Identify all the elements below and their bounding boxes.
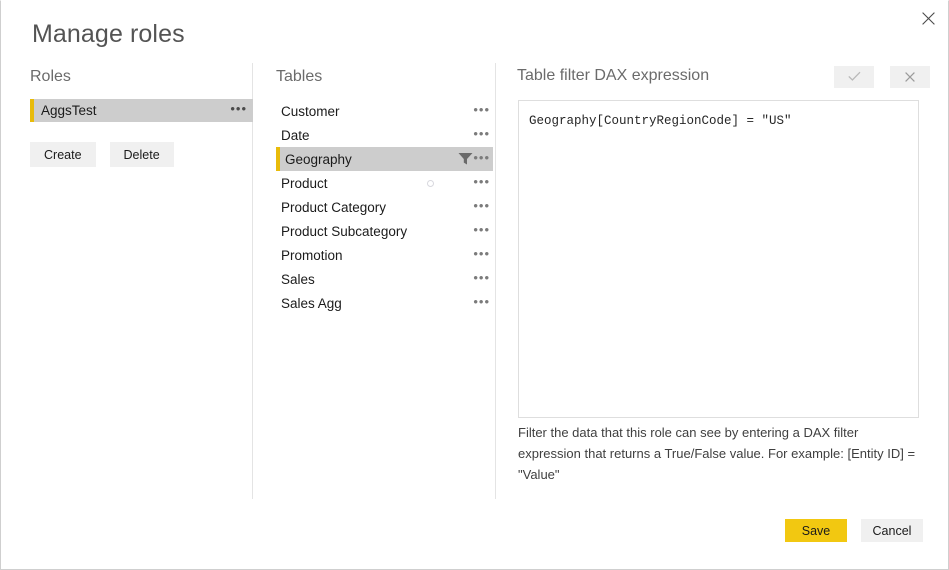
role-actions: Create Delete	[30, 142, 174, 167]
table-item-label: Product Subcategory	[281, 223, 408, 239]
table-item-menu-icon[interactable]: •••	[473, 197, 490, 215]
reject-dax-button[interactable]	[890, 66, 930, 88]
role-item-menu-icon[interactable]: •••	[230, 101, 247, 117]
table-item-menu-icon[interactable]: •••	[473, 245, 490, 263]
table-item-label: Product	[281, 175, 328, 191]
table-list-item-customer[interactable]: Customer •••	[276, 99, 493, 123]
close-icon	[905, 70, 915, 85]
dax-action-buttons	[834, 66, 930, 88]
tables-list: Customer ••• Date ••• Geography ••• Prod…	[276, 99, 493, 315]
create-role-button[interactable]: Create	[30, 142, 96, 167]
table-item-menu-icon[interactable]: •••	[473, 101, 490, 119]
table-item-menu-icon[interactable]: •••	[473, 149, 490, 167]
table-list-item-sales-agg[interactable]: Sales Agg •••	[276, 291, 493, 315]
hover-indicator-dot	[427, 180, 434, 187]
selection-accent-bar	[30, 99, 34, 122]
table-item-menu-icon[interactable]: •••	[473, 173, 490, 191]
table-list-item-geography[interactable]: Geography •••	[276, 147, 493, 171]
dax-expression-editor[interactable]: Geography[CountryRegionCode] = "US"	[518, 100, 919, 418]
footer-actions: Save Cancel	[785, 519, 923, 542]
dax-expression-text: Geography[CountryRegionCode] = "US"	[529, 114, 792, 128]
roles-section-header: Roles	[30, 68, 71, 85]
delete-role-button[interactable]: Delete	[109, 142, 174, 167]
close-icon	[921, 11, 935, 25]
close-button[interactable]	[907, 1, 949, 35]
table-list-item-date[interactable]: Date •••	[276, 123, 493, 147]
roles-list: AggsTest •••	[30, 99, 253, 122]
accept-dax-button[interactable]	[834, 66, 874, 88]
table-item-menu-icon[interactable]: •••	[473, 293, 490, 311]
filter-icon	[458, 152, 473, 171]
table-item-label: Sales	[281, 271, 315, 287]
selection-accent-bar	[276, 147, 280, 171]
table-list-item-promotion[interactable]: Promotion •••	[276, 243, 493, 267]
tables-section-header: Tables	[276, 68, 323, 85]
panel-divider-tables-dax	[495, 63, 496, 499]
dax-section-header: Table filter DAX expression	[517, 67, 710, 84]
table-list-item-product-subcategory[interactable]: Product Subcategory •••	[276, 219, 493, 243]
table-item-label: Geography	[285, 151, 352, 167]
table-list-item-sales[interactable]: Sales •••	[276, 267, 493, 291]
table-item-label: Promotion	[281, 247, 343, 263]
table-item-label: Sales Agg	[281, 295, 342, 311]
table-item-label: Product Category	[281, 199, 387, 215]
page-title: Manage roles	[32, 20, 185, 48]
cancel-button[interactable]: Cancel	[861, 519, 923, 542]
dax-help-text: Filter the data that this role can see b…	[518, 425, 916, 482]
table-item-menu-icon[interactable]: •••	[473, 125, 490, 143]
role-item-label: AggsTest	[41, 103, 97, 118]
save-button[interactable]: Save	[785, 519, 847, 542]
table-item-menu-icon[interactable]: •••	[473, 221, 490, 239]
table-list-item-product[interactable]: Product •••	[276, 171, 493, 195]
table-item-label: Date	[281, 127, 310, 143]
role-list-item-aggstest[interactable]: AggsTest •••	[30, 99, 253, 122]
checkmark-icon	[847, 70, 861, 85]
table-item-menu-icon[interactable]: •••	[473, 269, 490, 287]
table-item-label: Customer	[281, 103, 340, 119]
table-list-item-product-category[interactable]: Product Category •••	[276, 195, 493, 219]
manage-roles-dialog: Manage roles Roles AggsTest ••• Create D…	[0, 0, 949, 570]
panel-divider-roles-tables	[252, 63, 253, 499]
